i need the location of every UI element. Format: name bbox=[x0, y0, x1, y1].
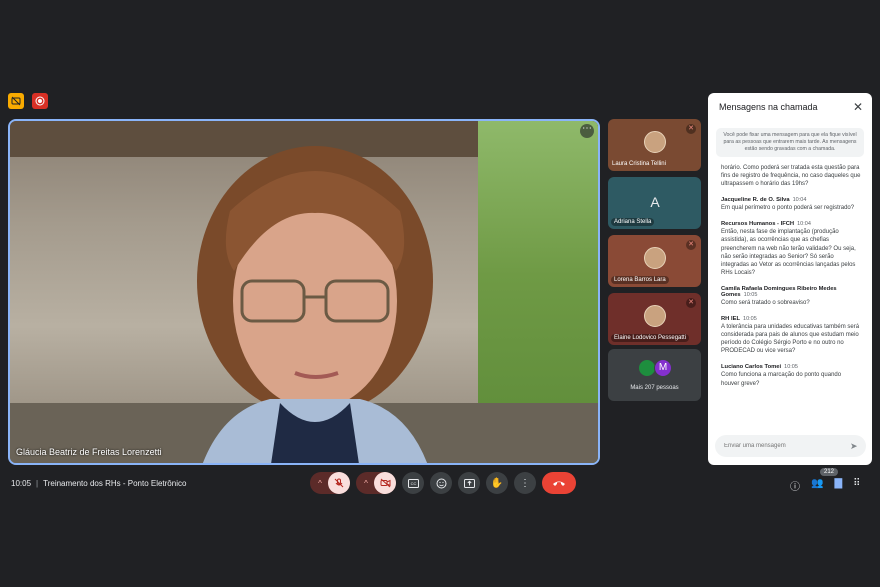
message-text: Como será tratado o sobreaviso? bbox=[721, 299, 810, 306]
call-controls: ^ ^ CC ✋ ⋮ bbox=[310, 472, 576, 494]
chevron-up-icon[interactable]: ^ bbox=[359, 479, 373, 488]
camera-control: ^ bbox=[356, 472, 396, 494]
sender-name: Camila Rafaela Domingues Ribeiro Medes G… bbox=[721, 285, 837, 298]
chat-messages: horário. Como poderá ser tratada esta qu… bbox=[721, 163, 861, 433]
message-sender: Luciano Carlos Tomei 10:05 bbox=[721, 364, 861, 370]
message-text: A tolerância para unidades educativas ta… bbox=[721, 324, 860, 355]
activities-icon[interactable]: ⠿ bbox=[853, 478, 860, 493]
closed-captions-icon[interactable]: CC bbox=[402, 472, 424, 494]
speaker-video bbox=[197, 146, 433, 463]
message-text: horário. Como poderá ser tratada esta qu… bbox=[721, 165, 861, 188]
participant-avatar: M bbox=[654, 359, 672, 377]
message-time: 10:04 bbox=[792, 197, 807, 204]
message-time: 10:04 bbox=[797, 221, 811, 228]
message-text: Então, nesta fase de implantação (produç… bbox=[721, 229, 856, 276]
participant-name: Lorena Barros Lara bbox=[611, 276, 669, 284]
message-time: 10:05 bbox=[743, 316, 757, 323]
chat-panel: Mensagens na chamada ✕ Você pode fixar u… bbox=[708, 93, 872, 465]
message-text: Em qual perímetro o ponto poderá ser reg… bbox=[721, 205, 855, 212]
raise-hand-icon[interactable]: ✋ bbox=[486, 472, 508, 494]
more-options-icon[interactable]: ⋮ bbox=[514, 472, 536, 494]
pinned-note: Você pode fixar uma mensagem para que el… bbox=[716, 128, 864, 158]
close-icon[interactable]: ✕ bbox=[853, 100, 863, 114]
sender-name: Luciano Carlos Tomei bbox=[721, 364, 782, 371]
chevron-up-icon[interactable]: ^ bbox=[313, 479, 327, 488]
mic-off-icon: ✕ bbox=[686, 124, 696, 134]
participant-avatar: A bbox=[650, 194, 660, 210]
people-count-badge: 212 bbox=[820, 468, 839, 476]
message-sender: Camila Rafaela Domingues Ribeiro Medes G… bbox=[721, 286, 861, 298]
message-time: 10:05 bbox=[784, 364, 798, 371]
people-icon[interactable]: 👥 bbox=[811, 478, 823, 493]
participant-tile[interactable]: A Adriana Stella bbox=[608, 177, 701, 229]
meeting-info: 10:05 | Treinamento dos RHs - Ponto Eletrô… bbox=[11, 479, 186, 488]
meeting-time: 10:05 bbox=[11, 479, 32, 488]
chat-title: Mensagens na chamada bbox=[719, 102, 818, 112]
chat-message: Recursos Humanos - IFCH 10:04 Então, nest… bbox=[721, 221, 861, 277]
chat-message: Luciano Carlos Tomei 10:05 Como funciona … bbox=[721, 364, 861, 387]
svg-text:CC: CC bbox=[410, 481, 416, 486]
side-panel-buttons: ⓘ 👥 ▇ ⠿ bbox=[790, 478, 860, 493]
participant-avatar bbox=[644, 247, 666, 269]
hang-up-icon[interactable] bbox=[542, 472, 576, 494]
sender-name: RH IEL bbox=[721, 316, 741, 323]
mic-off-icon[interactable] bbox=[328, 472, 350, 494]
mic-off-icon: ✕ bbox=[686, 240, 696, 250]
participant-name: Adriana Stella bbox=[611, 218, 655, 226]
participant-name: Laura Cristina Tellini bbox=[612, 161, 666, 167]
more-people-label: Mais 207 pessoas bbox=[630, 385, 679, 391]
chat-message: horário. Como poderá ser tratada esta qu… bbox=[721, 164, 861, 188]
chat-message: Jacqueline R. de O. Silva 10:04 Em qual p… bbox=[721, 197, 861, 212]
participant-avatar bbox=[644, 131, 666, 153]
separator: | bbox=[36, 479, 39, 488]
participant-tile[interactable]: ✕ Laura Cristina Tellini bbox=[608, 119, 701, 171]
chat-message: RH IEL 10:05 A tolerância para unidades e… bbox=[721, 316, 861, 355]
message-sender: Jacqueline R. de O. Silva 10:04 bbox=[721, 197, 861, 203]
participant-avatar bbox=[644, 305, 666, 327]
participant-tiles: ✕ Laura Cristina Tellini A Adriana Stell… bbox=[608, 119, 701, 401]
sender-name: Recursos Humanos - IFCH bbox=[721, 221, 795, 228]
bottom-toolbar: 10:05 | Treinamento dos RHs - Ponto Eletrô… bbox=[0, 472, 880, 496]
more-people-tile[interactable]: M Mais 207 pessoas bbox=[608, 349, 701, 401]
captions-off-icon[interactable] bbox=[8, 93, 24, 109]
message-sender: RH IEL 10:05 bbox=[721, 316, 861, 322]
chat-message: Camila Rafaela Domingues Ribeiro Medes G… bbox=[721, 286, 861, 307]
message-text: Como funciona a marcação do ponto quando… bbox=[721, 372, 842, 387]
send-icon[interactable]: ➤ bbox=[850, 441, 858, 452]
recording-icon[interactable] bbox=[32, 93, 48, 109]
participant-name: Elaine Lodovico Pessegatti bbox=[611, 334, 690, 342]
present-screen-icon[interactable] bbox=[458, 472, 480, 494]
message-sender: Recursos Humanos - IFCH 10:04 bbox=[721, 221, 861, 227]
info-icon[interactable]: ⓘ bbox=[790, 478, 800, 493]
tile-options-icon[interactable]: ⋯ bbox=[580, 124, 594, 138]
sender-name: Jacqueline R. de O. Silva bbox=[721, 197, 790, 204]
meeting-title: Treinamento dos RHs - Ponto Eletrônico bbox=[43, 479, 187, 488]
main-tile-name: Gláucia Beatriz de Freitas Lorenzetti bbox=[16, 447, 162, 457]
chat-message-input[interactable] bbox=[715, 435, 866, 457]
chat-icon[interactable]: ▇ bbox=[834, 478, 842, 493]
status-badges bbox=[8, 93, 48, 109]
mic-off-icon: ✕ bbox=[686, 298, 696, 308]
participant-tile[interactable]: ✕ Lorena Barros Lara bbox=[608, 235, 701, 287]
participant-tile[interactable]: ✕ Elaine Lodovico Pessegatti bbox=[608, 293, 701, 345]
message-time: 10:05 bbox=[743, 291, 758, 298]
emoji-icon[interactable] bbox=[430, 472, 452, 494]
camera-off-icon[interactable] bbox=[374, 472, 396, 494]
main-video-tile[interactable]: ⋯ Gláucia Beatriz de Freitas Lorenzetti bbox=[8, 119, 600, 465]
mic-control: ^ bbox=[310, 472, 350, 494]
